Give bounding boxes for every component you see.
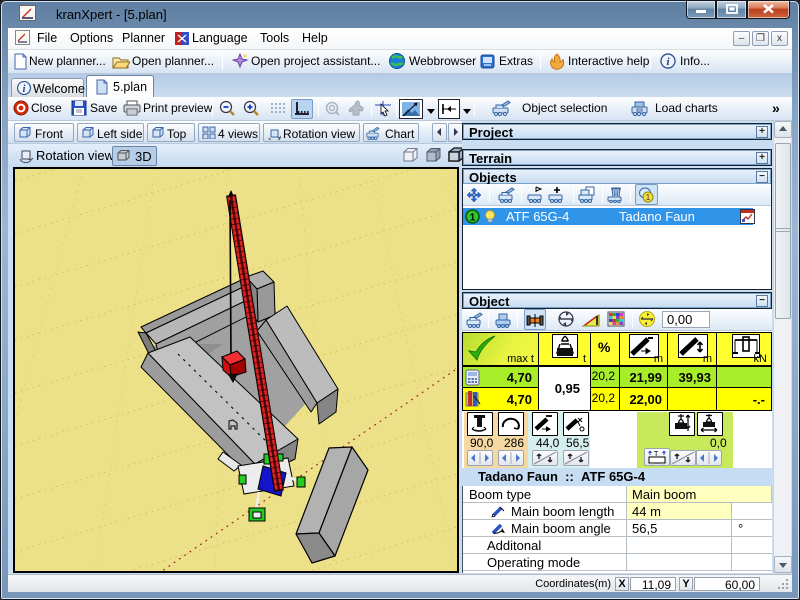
svg-text:1: 1 xyxy=(646,193,651,202)
svg-text:i: i xyxy=(23,84,26,95)
svg-text:1: 1 xyxy=(470,213,476,224)
